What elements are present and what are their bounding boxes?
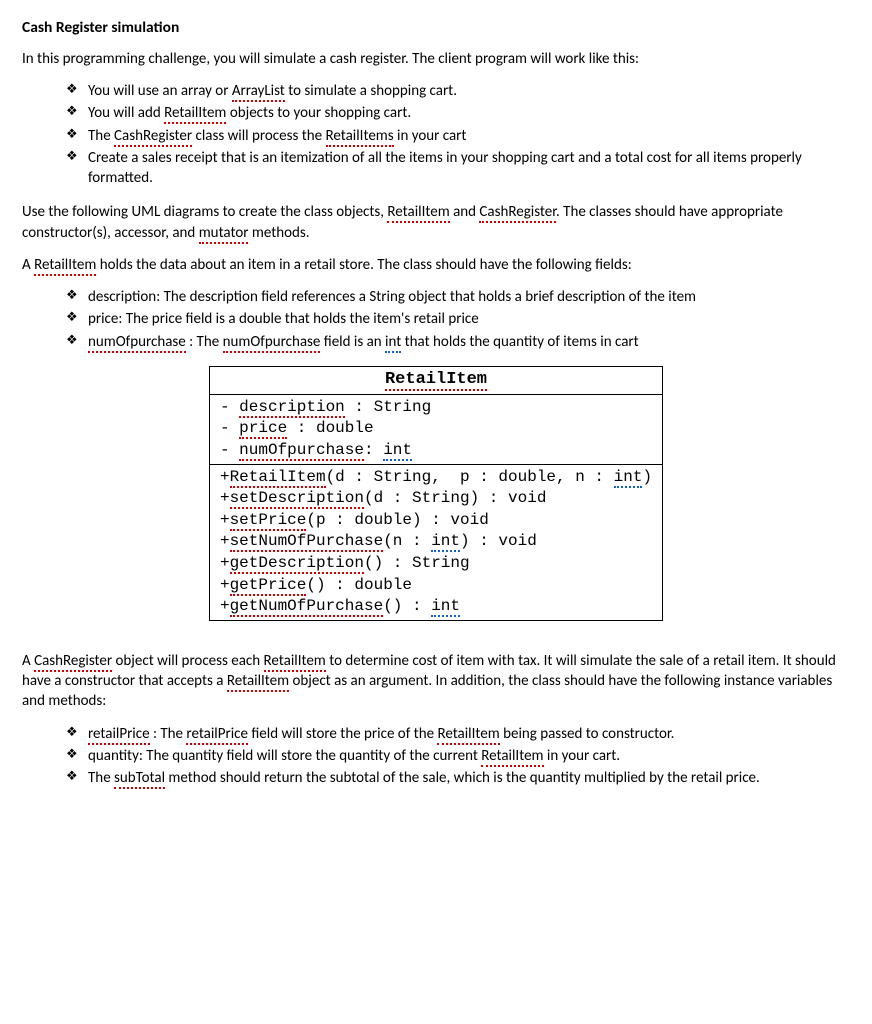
bullet-list-1: You will use an array or ArrayList to si… — [66, 81, 850, 188]
list-item: The subTotal method should return the su… — [66, 768, 850, 788]
spell-underline: subTotal — [114, 769, 165, 789]
uml-class-name: RetailItem — [209, 366, 662, 394]
list-item: description: The description field refer… — [66, 287, 850, 307]
list-item: The CashRegister class will process the … — [66, 126, 850, 146]
spell-underline: CashRegister — [34, 652, 112, 672]
spell-underline: CashRegister — [114, 127, 192, 147]
spell-underline: RetailItem — [387, 203, 449, 223]
list-item: You will use an array or ArrayList to si… — [66, 81, 850, 101]
list-item: Create a sales receipt that is an itemiz… — [66, 148, 850, 189]
spell-underline: RetailItem — [481, 747, 543, 767]
spell-underline: RetailItem — [34, 256, 96, 276]
bullet-list-3: retailPrice : The retailPrice field will… — [66, 724, 850, 789]
spell-underline: mutator — [199, 224, 249, 244]
uml-diagram-retailitem: RetailItem - description : String - pric… — [209, 366, 663, 621]
spell-underline: RetailItems — [326, 127, 394, 147]
spell-underline: RetailItem — [227, 672, 289, 692]
spell-underline: RetailItem — [164, 104, 226, 124]
spell-underline: retailPrice — [88, 725, 150, 745]
paragraph-cashregister: A CashRegister object will process each … — [22, 651, 850, 712]
spell-underline: numOfpurchase — [88, 333, 186, 353]
spell-underline: retailPrice — [186, 725, 248, 745]
page-title: Cash Register simulation — [22, 18, 850, 39]
list-item: You will add RetailItem objects to your … — [66, 103, 850, 123]
spell-underline: CashRegister — [479, 203, 556, 223]
grammar-underline: int — [385, 333, 401, 353]
paragraph-uml-intro: Use the following UML diagrams to create… — [22, 202, 850, 243]
spell-underline: RetailItem — [264, 652, 326, 672]
list-item: quantity: The quantity field will store … — [66, 746, 850, 766]
paragraph-retailitem: A RetailItem holds the data about an ite… — [22, 255, 850, 275]
list-item: retailPrice : The retailPrice field will… — [66, 724, 850, 744]
uml-methods: +RetailItem(d : String, p : double, n : … — [209, 464, 662, 620]
spell-underline: numOfpurchase — [223, 333, 321, 353]
list-item: price: The price field is a double that … — [66, 309, 850, 329]
bullet-list-2: description: The description field refer… — [66, 287, 850, 352]
spell-underline: RetailItem — [437, 725, 499, 745]
spell-underline: ArrayList — [232, 82, 285, 102]
list-item: numOfpurchase : The numOfpurchase field … — [66, 332, 850, 352]
uml-attributes: - description : String - price : double … — [209, 394, 662, 464]
intro-paragraph: In this programming challenge, you will … — [22, 49, 850, 69]
